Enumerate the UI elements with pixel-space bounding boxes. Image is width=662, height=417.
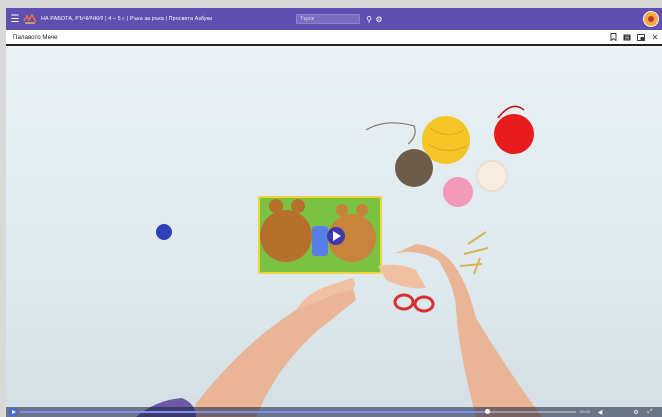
progress-knob[interactable] — [485, 409, 491, 414]
bear-left — [260, 210, 312, 262]
gear-icon[interactable]: ⚙ — [374, 13, 384, 25]
player-controls: 00:00 ◀ ⚙ ⤢ — [6, 407, 662, 417]
scissors-handle — [413, 295, 435, 313]
list-icon[interactable] — [622, 32, 632, 42]
left-arm — [186, 284, 356, 417]
time-label: 00:00 — [580, 409, 591, 414]
progress-fill — [20, 411, 488, 413]
video-frame — [136, 105, 542, 417]
close-icon[interactable]: ✕ — [650, 32, 660, 42]
video-player[interactable]: 00:00 ◀ ⚙ ⤢ — [6, 48, 662, 417]
progress-bar[interactable] — [20, 409, 576, 414]
window-icon[interactable] — [636, 32, 646, 42]
menu-icon[interactable]: ☰ — [8, 8, 22, 30]
gear-icon[interactable]: ⚙ — [632, 408, 640, 416]
video-title-bar: Палавото Мече ✕ — [6, 30, 662, 46]
video-title: Палавото Мече — [13, 33, 58, 41]
volume-icon[interactable]: ◀ — [596, 408, 604, 416]
search-icon[interactable]: ⚲ — [364, 13, 374, 25]
bookmark-icon[interactable] — [608, 32, 618, 42]
title-bar-actions: ✕ — [608, 32, 660, 42]
red-yarn-ball — [494, 114, 534, 154]
avatar[interactable] — [643, 11, 659, 27]
play-icon[interactable] — [9, 408, 17, 416]
pink-yarn-ball — [443, 177, 473, 207]
app-window: ☰ НА РАБОТА, РЪЧИЧКИ! | 4 – 5 г. | Ръка … — [6, 8, 662, 417]
breadcrumb[interactable]: НА РАБОТА, РЪЧИЧКИ! | 4 – 5 г. | Ръка за… — [41, 16, 212, 22]
logo-icon[interactable] — [22, 8, 38, 30]
search-input[interactable] — [296, 14, 360, 24]
cream-yarn-ball — [476, 160, 508, 192]
blue-ball — [156, 224, 172, 240]
fullscreen-icon[interactable]: ⤢ — [646, 408, 654, 416]
scissors-handle — [393, 293, 415, 311]
brown-yarn-ball — [395, 149, 433, 187]
top-navigation-bar: ☰ НА РАБОТА, РЪЧИЧКИ! | 4 – 5 г. | Ръка … — [6, 8, 662, 30]
right-arm — [394, 244, 542, 417]
string — [365, 122, 416, 145]
sticks — [459, 231, 489, 275]
